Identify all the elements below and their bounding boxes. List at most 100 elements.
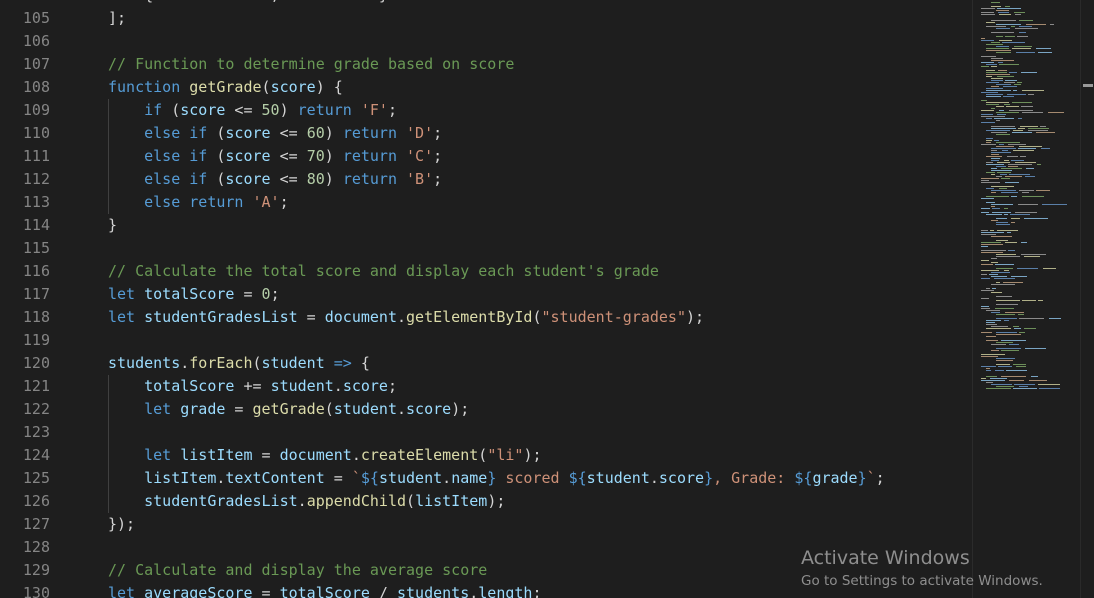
code-line[interactable]: if (score <= 50) return 'F'; — [108, 99, 397, 122]
code-token: ${ — [568, 469, 587, 487]
minimap-line — [1005, 176, 1022, 177]
minimap-line — [981, 180, 989, 181]
minimap-line — [991, 258, 997, 259]
minimap-line — [991, 6, 1001, 7]
minimap-line — [986, 26, 1006, 27]
minimap-line — [990, 230, 994, 231]
code-line[interactable]: else if (score <= 70) return 'C'; — [108, 145, 442, 168]
minimap-line — [981, 56, 996, 57]
minimap-line — [1009, 380, 1024, 381]
code-line[interactable]: students.forEach(student => { — [108, 352, 370, 375]
code-token: let — [108, 400, 181, 418]
minimap-line — [991, 126, 1015, 127]
minimap-line — [981, 230, 988, 231]
minimap-line — [1015, 212, 1037, 213]
minimap-line — [1011, 160, 1024, 161]
code-token: if — [108, 101, 172, 119]
code-token: grade — [180, 400, 226, 418]
minimap-line — [1043, 268, 1056, 269]
code-token: ); — [451, 400, 470, 418]
code-token: "student-grades" — [541, 308, 687, 326]
code-line[interactable]: // Function to determine grade based on … — [108, 53, 514, 76]
minimap-line — [999, 64, 1019, 65]
minimap-line — [1004, 270, 1009, 271]
code-token: ( — [261, 78, 271, 96]
minimap-line — [981, 110, 994, 111]
minimap-line — [996, 46, 1009, 47]
code-line[interactable]: // Calculate and display the average sco… — [108, 559, 487, 582]
line-number: 125 — [22, 469, 50, 487]
code-line[interactable]: let studentGradesList = document.getElem… — [108, 306, 704, 329]
minimap-line — [996, 334, 1021, 335]
minimap-line — [1017, 268, 1038, 269]
minimap-line — [991, 190, 1016, 191]
minimap-line — [1014, 328, 1021, 329]
minimap-line — [981, 260, 989, 261]
minimap-line — [1001, 192, 1018, 193]
code-line[interactable]: // Calculate the total score and display… — [108, 260, 659, 283]
scrollbar-thumb[interactable] — [1083, 84, 1093, 87]
code-line[interactable]: let totalScore = 0; — [108, 283, 280, 306]
code-line[interactable]: let grade = getGrade(student.score); — [108, 398, 469, 421]
minimap-line — [999, 40, 1012, 41]
minimap-line — [981, 232, 1004, 233]
watermark-subtitle: Go to Settings to activate Windows. — [801, 573, 1043, 589]
code-token: . — [333, 377, 343, 395]
minimap-line — [996, 84, 1011, 85]
minimap-line — [991, 186, 1014, 187]
minimap-line — [1048, 112, 1064, 113]
minimap-line — [992, 208, 1000, 209]
minimap-line — [986, 118, 992, 119]
line-number: 122 — [22, 400, 50, 418]
minimap[interactable] — [972, 0, 1081, 598]
vertical-scrollbar[interactable] — [1080, 0, 1094, 598]
code-line[interactable]: } — [108, 214, 117, 237]
code-line[interactable]: function getGrade(score) { — [108, 76, 343, 99]
minimap-line — [994, 278, 1015, 279]
code-line[interactable]: { name: "Emma", score: 87 } — [108, 0, 388, 7]
minimap-line — [1019, 146, 1042, 147]
minimap-line — [996, 224, 1010, 225]
minimap-line — [986, 320, 1001, 321]
code-line[interactable]: let listItem = document.createElement("l… — [108, 444, 541, 467]
code-token: student — [333, 400, 397, 418]
code-line[interactable]: let averageScore = totalScore / students… — [108, 582, 542, 598]
code-token: score — [225, 170, 271, 188]
minimap-line — [989, 274, 998, 275]
minimap-line — [999, 144, 1004, 145]
code-token: = — [234, 285, 262, 303]
minimap-line — [981, 246, 988, 247]
code-line[interactable]: totalScore += student.score; — [108, 375, 397, 398]
minimap-line — [986, 324, 997, 325]
minimap-line — [1009, 72, 1017, 73]
line-number: 117 — [22, 285, 50, 303]
minimap-line — [991, 78, 1003, 79]
minimap-line — [1014, 84, 1021, 85]
code-line[interactable]: else if (score <= 60) return 'D'; — [108, 122, 442, 145]
code-line[interactable]: else return 'A'; — [108, 191, 289, 214]
minimap-line — [1025, 176, 1035, 177]
minimap-line — [991, 174, 995, 175]
minimap-line — [1021, 72, 1037, 73]
minimap-line — [991, 262, 998, 263]
code-line[interactable]: studentGradesList.appendChild(listItem); — [108, 490, 505, 513]
minimap-line — [1013, 326, 1019, 327]
minimap-line — [1005, 36, 1015, 37]
minimap-line — [1019, 32, 1026, 33]
minimap-line — [1036, 48, 1051, 49]
code-token: forEach — [189, 354, 253, 372]
code-editor[interactable]: 104 105 106 107 108 109 110 111 112 113 114 115 116 1… — [0, 0, 972, 598]
code-line[interactable]: listItem.textContent = `${student.name} … — [108, 467, 885, 490]
minimap-line — [1004, 160, 1009, 161]
code-token: = — [252, 584, 280, 598]
code-line[interactable]: ]; — [108, 7, 126, 30]
minimap-line — [986, 370, 991, 371]
code-token: listItem — [180, 446, 253, 464]
code-line[interactable]: else if (score <= 80) return 'B'; — [108, 168, 442, 191]
code-token: textContent — [225, 469, 325, 487]
code-token: += — [234, 377, 271, 395]
minimap-line — [1028, 94, 1034, 95]
code-line[interactable]: }); — [108, 513, 135, 536]
minimap-line — [991, 272, 1010, 273]
code-token: = — [225, 400, 253, 418]
